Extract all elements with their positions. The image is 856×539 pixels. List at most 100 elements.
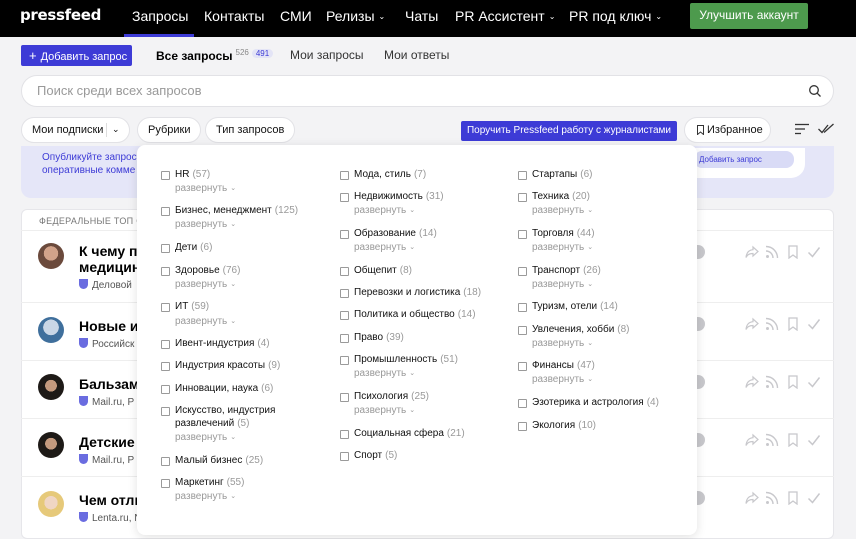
- check-icon[interactable]: [807, 491, 821, 505]
- bookmark-icon[interactable]: [787, 491, 799, 505]
- category-finance[interactable]: Финансы (47): [532, 359, 595, 372]
- checkbox[interactable]: [340, 334, 349, 343]
- rss-icon[interactable]: [765, 491, 779, 505]
- expand-link[interactable]: развернуть ⌄: [532, 279, 593, 291]
- category-law[interactable]: Право (39): [354, 331, 404, 344]
- nav-pr-turnkey[interactable]: PR под ключ ⌄: [569, 8, 662, 24]
- expand-link[interactable]: развернуть ⌄: [175, 183, 236, 195]
- bookmark-icon[interactable]: [787, 317, 799, 331]
- expand-link[interactable]: развернуть ⌄: [532, 374, 593, 386]
- add-request-button[interactable]: + Добавить запрос: [21, 45, 132, 66]
- checkbox[interactable]: [340, 393, 349, 402]
- check-icon[interactable]: [807, 433, 821, 447]
- category-transport[interactable]: Транспорт (26): [532, 264, 601, 277]
- category-startups[interactable]: Стартапы (6): [532, 168, 592, 181]
- checkbox[interactable]: [340, 171, 349, 180]
- category-politics[interactable]: Политика и общество (14): [354, 308, 476, 321]
- checkbox[interactable]: [161, 407, 170, 416]
- checkbox[interactable]: [161, 385, 170, 394]
- rubrics-filter[interactable]: Рубрики: [137, 117, 202, 143]
- check-icon[interactable]: [807, 375, 821, 389]
- expand-link[interactable]: развернуть ⌄: [175, 432, 236, 444]
- my-subscriptions-filter[interactable]: Мои подписки ⌄: [21, 117, 130, 143]
- category-business[interactable]: Бизнес, менеджмент (125): [175, 204, 298, 217]
- checkbox[interactable]: [518, 399, 527, 408]
- bookmark-icon[interactable]: [787, 375, 799, 389]
- category-ecology[interactable]: Экология (10): [532, 419, 596, 432]
- category-industry[interactable]: Промышленность (51): [354, 353, 458, 366]
- checkbox[interactable]: [518, 326, 527, 335]
- expand-link[interactable]: развернуть ⌄: [175, 219, 236, 231]
- checkbox[interactable]: [161, 340, 170, 349]
- category-social[interactable]: Социальная сфера (21): [354, 427, 465, 440]
- checkbox[interactable]: [518, 171, 527, 180]
- bookmark-icon[interactable]: [787, 433, 799, 447]
- checkbox[interactable]: [518, 267, 527, 276]
- logo[interactable]: pressfeed: [20, 6, 101, 24]
- expand-link[interactable]: развернуть ⌄: [532, 205, 593, 217]
- category-tech[interactable]: Техника (20): [532, 190, 590, 203]
- checkbox[interactable]: [518, 193, 527, 202]
- category-sport[interactable]: Спорт (5): [354, 449, 397, 462]
- nav-chats[interactable]: Чаты: [405, 8, 438, 24]
- share-icon[interactable]: [745, 375, 759, 389]
- category-events[interactable]: Ивент-индустрия (4): [175, 337, 270, 350]
- check-icon[interactable]: [807, 245, 821, 259]
- category-it[interactable]: ИТ (59): [175, 300, 209, 313]
- checkbox[interactable]: [340, 311, 349, 320]
- category-kids[interactable]: Дети (6): [175, 241, 212, 254]
- rss-icon[interactable]: [765, 375, 779, 389]
- category-art[interactable]: Искусство, индустрия: [175, 404, 275, 417]
- request-types-filter[interactable]: Тип запросов: [205, 117, 296, 143]
- category-psychology[interactable]: Психология (25): [354, 390, 429, 403]
- checkbox[interactable]: [518, 230, 527, 239]
- category-esoterics[interactable]: Эзотерика и астрология (4): [532, 396, 659, 409]
- favorites-filter[interactable]: Избранное: [684, 117, 771, 143]
- checkbox[interactable]: [340, 452, 349, 461]
- search-icon[interactable]: [808, 84, 822, 98]
- tab-my-answers[interactable]: Мои ответы: [384, 48, 449, 62]
- category-innovation[interactable]: Инновации, наука (6): [175, 382, 273, 395]
- category-catering[interactable]: Общепит (8): [354, 264, 412, 277]
- checkbox[interactable]: [340, 356, 349, 365]
- category-tourism[interactable]: Туризм, отели (14): [532, 300, 618, 313]
- checkbox[interactable]: [340, 267, 349, 276]
- request-title-line2[interactable]: медицин: [79, 259, 140, 275]
- checkbox[interactable]: [161, 171, 170, 180]
- category-hobby[interactable]: Увлечения, хобби (8): [532, 323, 630, 336]
- category-fashion[interactable]: Мода, стиль (7): [354, 168, 426, 181]
- expand-link[interactable]: развернуть ⌄: [175, 491, 236, 503]
- tab-all-requests[interactable]: Все запросы 526 491: [156, 48, 274, 63]
- nav-media[interactable]: СМИ: [280, 8, 312, 24]
- expand-link[interactable]: развернуть ⌄: [532, 338, 593, 350]
- checkbox[interactable]: [161, 479, 170, 488]
- expand-link[interactable]: развернуть ⌄: [354, 368, 415, 380]
- share-icon[interactable]: [745, 491, 759, 505]
- checkbox[interactable]: [161, 244, 170, 253]
- rss-icon[interactable]: [765, 317, 779, 331]
- nav-contacts[interactable]: Контакты: [204, 8, 264, 24]
- checkbox[interactable]: [161, 267, 170, 276]
- checkbox[interactable]: [161, 303, 170, 312]
- assign-pressfeed-button[interactable]: Поручить Pressfeed работу с журналистами: [461, 121, 677, 141]
- category-small-business[interactable]: Малый бизнес (25): [175, 454, 263, 467]
- category-marketing[interactable]: Маркетинг (55): [175, 476, 244, 489]
- expand-link[interactable]: развернуть ⌄: [354, 405, 415, 417]
- bookmark-icon[interactable]: [787, 245, 799, 259]
- nav-pr-assistant[interactable]: PR Ассистент ⌄: [455, 8, 555, 24]
- nav-releases[interactable]: Релизы ⌄: [326, 8, 385, 24]
- share-icon[interactable]: [745, 317, 759, 331]
- expand-link[interactable]: развернуть ⌄: [175, 316, 236, 328]
- category-hr[interactable]: HR (57): [175, 168, 210, 181]
- rss-icon[interactable]: [765, 433, 779, 447]
- checkbox[interactable]: [340, 289, 349, 298]
- expand-link[interactable]: развернуть ⌄: [532, 242, 593, 254]
- checkbox[interactable]: [340, 230, 349, 239]
- checkbox[interactable]: [161, 362, 170, 371]
- rss-icon[interactable]: [765, 245, 779, 259]
- request-title[interactable]: К чему пр: [79, 243, 146, 259]
- category-logistics[interactable]: Перевозки и логистика (18): [354, 286, 481, 299]
- category-real-estate[interactable]: Недвижимость (31): [354, 190, 444, 203]
- checkbox[interactable]: [518, 422, 527, 431]
- category-trade[interactable]: Торговля (44): [532, 227, 595, 240]
